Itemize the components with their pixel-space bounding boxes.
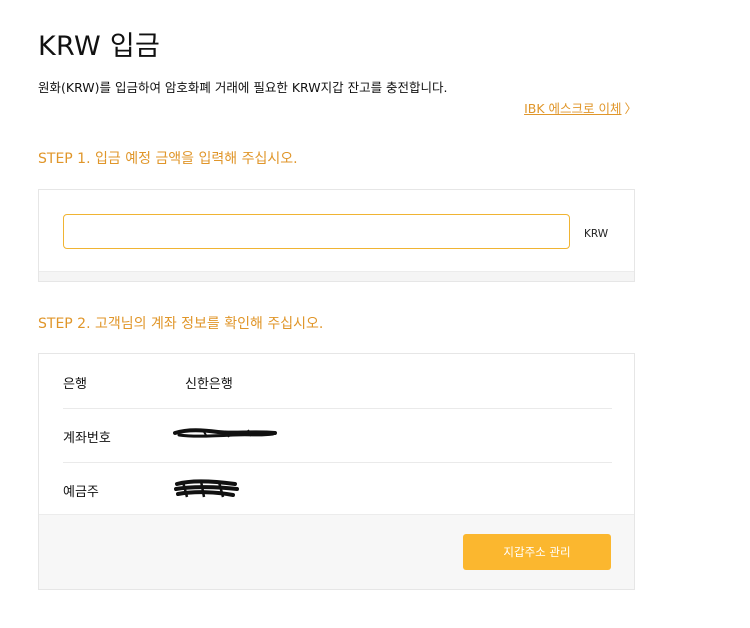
account-holder-label: 예금주 xyxy=(63,485,99,500)
step2-title: STEP 2. 고객님의 계좌 정보를 확인해 주십시오. xyxy=(38,316,324,332)
info-row-account-holder: 예금주 xyxy=(63,462,612,516)
wallet-address-manage-button[interactable]: 지갑주소 관리 xyxy=(463,534,611,570)
info-row-account-number: 계좌번호 xyxy=(63,408,612,463)
bank-value: 신한은행 xyxy=(185,377,233,392)
info-row-bank: 은행 신한은행 xyxy=(63,354,612,409)
amount-input[interactable] xyxy=(63,214,570,249)
redacted-account-holder xyxy=(174,479,239,498)
currency-unit: KRW xyxy=(584,228,609,240)
panel-footer xyxy=(39,271,634,281)
action-area: 지갑주소 관리 xyxy=(39,514,634,589)
ibk-escrow-link-label: IBK 에스크로 이체 xyxy=(524,101,622,116)
redacted-account-number xyxy=(173,428,277,438)
bank-label: 은행 xyxy=(63,377,87,392)
page-title: KRW 입금 xyxy=(38,31,161,62)
account-info-panel: 은행 신한은행 계좌번호 예금주 지갑주소 관리 xyxy=(38,353,635,590)
page-description: 원화(KRW)를 입금하여 암호화폐 거래에 필요한 KRW지갑 잔고를 충전합… xyxy=(38,80,448,95)
amount-panel: KRW xyxy=(38,189,635,282)
account-number-label: 계좌번호 xyxy=(63,431,111,446)
ibk-escrow-link[interactable]: IBK 에스크로 이체 〉 xyxy=(524,98,637,117)
step1-title: STEP 1. 입금 예정 금액을 입력해 주십시오. xyxy=(38,151,298,167)
chevron-right-icon: 〉 xyxy=(624,101,637,116)
